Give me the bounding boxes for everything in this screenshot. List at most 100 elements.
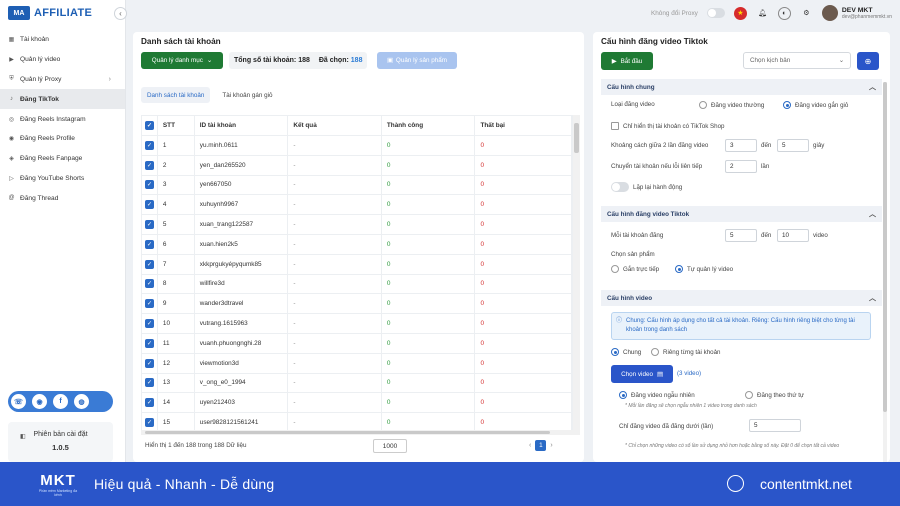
table-row[interactable]: ✓ 13 v_ong_e0_1994-0 0: [142, 373, 572, 394]
row-checkbox[interactable]: ✓: [144, 200, 154, 210]
radio-self-manage-circle[interactable]: [675, 265, 683, 273]
support-icon[interactable]: ☏: [11, 394, 26, 409]
sidebar-item-instagram[interactable]: ◎ Đăng Reels Instagram: [0, 109, 125, 129]
sidebar-item-profile[interactable]: ◉ Đăng Reels Profile: [0, 129, 125, 149]
next-page-icon[interactable]: ›: [550, 442, 552, 449]
table-row[interactable]: ✓ 8 willfire3d -0 0: [142, 274, 572, 295]
sidebar-item-youtube[interactable]: ▷ Đăng YouTube Shorts: [0, 169, 125, 189]
facebook-icon[interactable]: f: [53, 394, 68, 409]
radio-each-account-circle[interactable]: [651, 348, 659, 356]
radio-common[interactable]: Chung: [611, 348, 641, 356]
table-row[interactable]: ✓ 4 xuhuynh9967-0 0: [142, 195, 572, 216]
account-id: vutrang.1615963: [195, 314, 289, 333]
script-select[interactable]: Chọn kịch bản ⌄: [743, 52, 851, 69]
select-all-checkbox[interactable]: ✓: [144, 121, 154, 130]
sidebar-item-tiktok[interactable]: ♪ Đăng TikTok: [0, 89, 125, 110]
row-checkbox[interactable]: ✓: [144, 279, 154, 289]
sidebar-item-thread[interactable]: @ Đăng Thread: [0, 188, 125, 208]
row-checkbox[interactable]: ✓: [144, 299, 154, 309]
repeat-toggle[interactable]: [611, 182, 629, 192]
language-icon[interactable]: ◐: [777, 6, 791, 20]
shop-only-box[interactable]: [611, 122, 619, 130]
radio-attach-direct-circle[interactable]: [611, 265, 619, 273]
selected-label: Đã chọn:: [318, 57, 349, 64]
table-row[interactable]: ✓ 3 yen667050-0 0: [142, 175, 572, 196]
table-row[interactable]: ✓ 10 vutrang.1615963-0 0: [142, 314, 572, 334]
add-script-button[interactable]: ⊕: [857, 52, 879, 70]
start-button[interactable]: ▶ Bắt đầu: [601, 52, 653, 70]
row-checkbox[interactable]: ✓: [144, 140, 154, 150]
sidebar-item-proxy[interactable]: ⛨ Quản lý Proxy ›: [0, 70, 125, 90]
tiktok-config-header[interactable]: Cấu hình đăng video Tiktok ︿: [601, 206, 882, 222]
radio-common-circle[interactable]: [611, 348, 619, 356]
tab-cart-accounts[interactable]: Tài khoản gán giỏ: [216, 87, 278, 103]
general-config-header[interactable]: Cấu hình chung ︿: [601, 79, 882, 95]
user-menu[interactable]: DEV MKT dev@phanmemmkt.vn: [821, 5, 892, 21]
row-checkbox[interactable]: ✓: [144, 220, 154, 230]
table-row[interactable]: ✓ 5 xuan_trang122587-0 0: [142, 215, 572, 235]
sidebar-item-video[interactable]: ▶ Quản lý video: [0, 50, 125, 70]
radio-random-circle[interactable]: [619, 391, 627, 399]
sidebar-item-label: Tài khoản: [20, 36, 49, 44]
radio-random[interactable]: Đăng video ngẫu nhiên: [619, 391, 695, 399]
table-vertical-scrollbar[interactable]: [573, 115, 580, 435]
tab-account-list[interactable]: Danh sách tài khoản: [141, 87, 211, 103]
shop-only-label: Chỉ hiển thị tài khoản có TikTok Shop: [623, 122, 725, 130]
radio-cart-video[interactable]: Đăng video gắn giỏ: [783, 101, 848, 109]
manage-category-button[interactable]: Quản lý danh mục ⌄: [141, 52, 223, 69]
per-account-to-input[interactable]: 10: [777, 229, 809, 242]
radio-normal-video-circle[interactable]: [699, 101, 707, 109]
row-checkbox[interactable]: ✓: [144, 160, 154, 170]
row-checkbox[interactable]: ✓: [144, 319, 154, 329]
radio-order[interactable]: Đăng theo thứ tự: [745, 391, 804, 399]
radio-normal-video[interactable]: Đăng video thường: [699, 101, 764, 109]
switch-account-input[interactable]: 2: [725, 160, 757, 173]
posted-limit-input[interactable]: 5: [749, 419, 801, 432]
shop-only-checkbox[interactable]: Chỉ hiển thị tài khoản có TikTok Shop: [611, 122, 724, 130]
collapse-sidebar-button[interactable]: ‹: [114, 7, 127, 20]
table-row[interactable]: ✓ 7 xkkprgukyépyqumk85-0 0: [142, 254, 572, 275]
messenger-icon[interactable]: ◉: [32, 394, 47, 409]
row-index: 4: [158, 195, 195, 215]
interval-to-input[interactable]: 5: [777, 139, 809, 152]
per-account-from-input[interactable]: 5: [725, 229, 757, 242]
sidebar-item-account[interactable]: ▦ Tài khoản: [0, 30, 125, 50]
table-horizontal-scrollbar[interactable]: [141, 430, 573, 435]
interval-from-input[interactable]: 3: [725, 139, 757, 152]
row-checkbox[interactable]: ✓: [144, 259, 154, 269]
table-row[interactable]: ✓ 12 viewmotion3d -0 0: [142, 353, 572, 374]
tiktok-icon: ♪: [10, 96, 13, 103]
globe-icon[interactable]: ◍: [74, 394, 89, 409]
table-row[interactable]: ✓ 2 yen_dan265520-0 0: [142, 155, 572, 176]
row-checkbox[interactable]: ✓: [144, 418, 154, 428]
row-checkbox[interactable]: ✓: [144, 358, 154, 368]
row-checkbox[interactable]: ✓: [144, 378, 154, 388]
row-checkbox[interactable]: ✓: [144, 180, 154, 190]
row-checkbox[interactable]: ✓: [144, 338, 154, 348]
radio-self-manage[interactable]: Tự quản lý video: [675, 265, 733, 273]
manage-product-button[interactable]: ▣ Quản lý sản phẩm: [377, 52, 457, 69]
row-checkbox[interactable]: ✓: [144, 239, 154, 249]
table-row[interactable]: ✓ 1 yu.minh.0611-0 0: [142, 136, 572, 156]
choose-video-button[interactable]: Chọn video ▤: [611, 365, 673, 383]
table-row[interactable]: ✓ 14 uyen212403-0 0: [142, 393, 572, 414]
table-row[interactable]: ✓ 11 vuanh.phuongnghi.28-0 0: [142, 333, 572, 354]
vietnam-flag-icon[interactable]: ★: [733, 6, 747, 20]
current-page[interactable]: 1: [535, 440, 547, 451]
radio-each-account[interactable]: Riêng từng tài khoản: [651, 348, 720, 356]
proxy-toggle[interactable]: [706, 8, 725, 18]
sidebar-item-fanpage[interactable]: ◈ Đăng Reels Fanpage: [0, 149, 125, 169]
bell-icon[interactable]: 🔔︎: [756, 7, 769, 20]
prev-page-icon[interactable]: ‹: [529, 442, 531, 449]
chevron-down-icon: ⌄: [206, 57, 213, 64]
table-row[interactable]: ✓ 9 wander3dtravel -0 0: [142, 294, 572, 315]
gear-icon[interactable]: ⚙: [800, 7, 813, 20]
table-row[interactable]: ✓ 6 xuan.hien2k5-0 0: [142, 234, 572, 255]
radio-cart-video-circle[interactable]: [783, 101, 791, 109]
page-size-select[interactable]: 1000: [373, 439, 407, 453]
config-scrollbar[interactable]: [883, 82, 887, 462]
radio-attach-direct[interactable]: Gắn trực tiếp: [611, 265, 659, 273]
radio-order-circle[interactable]: [745, 391, 753, 399]
video-config-header[interactable]: Cấu hình video ︿: [601, 290, 882, 306]
row-checkbox[interactable]: ✓: [144, 398, 154, 408]
